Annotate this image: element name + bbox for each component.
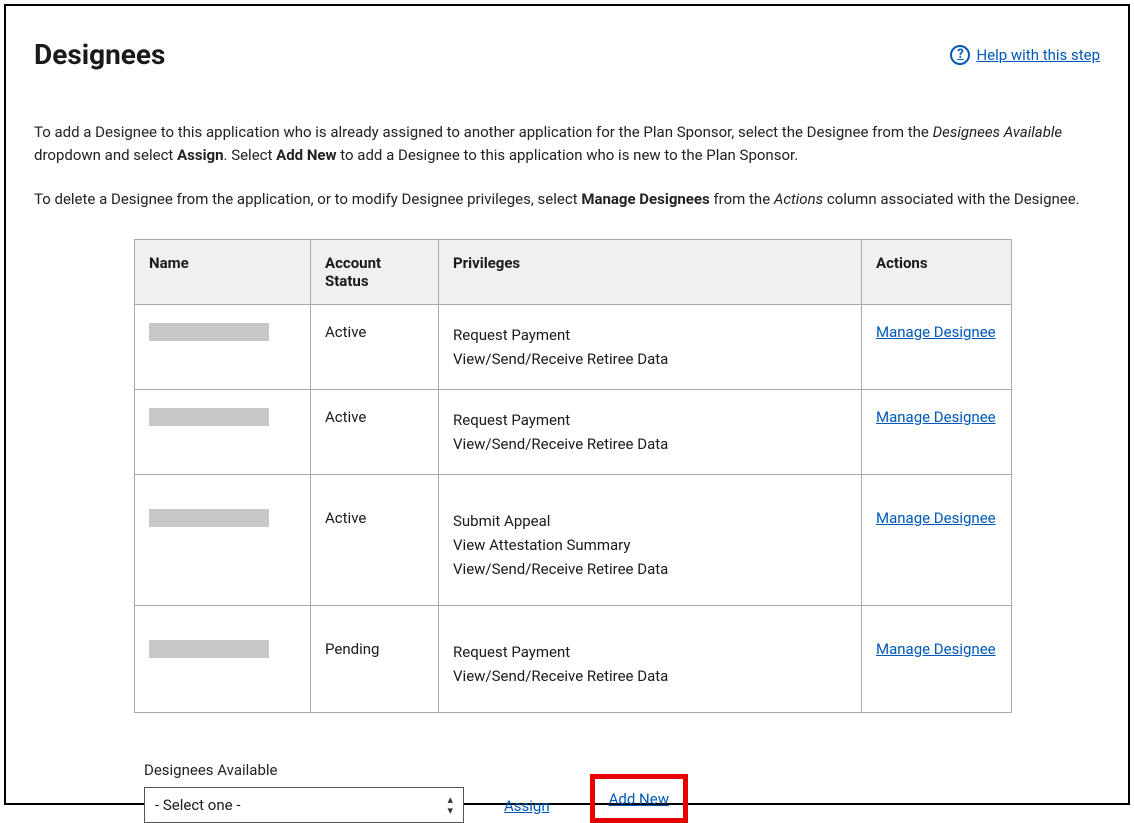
cell-privileges: Request PaymentView/Send/Receive Retiree… [439,605,862,712]
add-new-highlight: Add New [590,774,688,823]
cell-actions: Manage Designee [862,605,1012,712]
manage-designee-link[interactable]: Manage Designee [876,640,996,658]
privilege-item: Request Payment [453,408,847,432]
cell-actions: Manage Designee [862,304,1012,389]
th-actions: Actions [862,239,1012,304]
cell-name [135,605,311,712]
cell-privileges: Request PaymentView/Send/Receive Retiree… [439,304,862,389]
manage-designee-link[interactable]: Manage Designee [876,323,996,341]
th-privileges: Privileges [439,239,862,304]
page-header: Designees ? Help with this step [34,38,1100,71]
designees-available-group: Designees Available - Select one - ▴▾ [144,761,464,823]
designees-available-label: Designees Available [144,761,464,779]
privilege-item: View/Send/Receive Retiree Data [453,432,847,456]
privilege-item: View/Send/Receive Retiree Data [453,664,847,688]
redacted-name [149,640,269,658]
footer-controls: Designees Available - Select one - ▴▾ As… [144,761,1100,823]
cell-status: Active [311,389,439,474]
table-row: PendingRequest PaymentView/Send/Receive … [135,605,1012,712]
cell-actions: Manage Designee [862,474,1012,605]
designees-available-select[interactable]: - Select one - ▴▾ [144,787,464,823]
cell-actions: Manage Designee [862,389,1012,474]
assign-link[interactable]: Assign [504,797,550,823]
cell-status: Active [311,304,439,389]
help-link-label: Help with this step [976,46,1100,64]
help-link[interactable]: ? Help with this step [950,45,1100,65]
intro-text: To add a Designee to this application wh… [34,121,1100,211]
redacted-name [149,509,269,527]
page-frame: Designees ? Help with this step To add a… [4,4,1130,805]
cell-privileges: Submit AppealView Attestation SummaryVie… [439,474,862,605]
manage-designee-link[interactable]: Manage Designee [876,408,996,426]
intro-paragraph-2: To delete a Designee from the applicatio… [34,188,1100,211]
add-new-link[interactable]: Add New [609,790,669,808]
redacted-name [149,323,269,341]
page-title: Designees [34,38,165,71]
table-row: ActiveSubmit AppealView Attestation Summ… [135,474,1012,605]
privilege-item: View/Send/Receive Retiree Data [453,347,847,371]
manage-designee-link[interactable]: Manage Designee [876,509,996,527]
privilege-item: View Attestation Summary [453,533,847,557]
table-row: ActiveRequest PaymentView/Send/Receive R… [135,389,1012,474]
table-row: ActiveRequest PaymentView/Send/Receive R… [135,304,1012,389]
chevron-updown-icon: ▴▾ [447,794,453,816]
privilege-item: Request Payment [453,640,847,664]
th-status: Account Status [311,239,439,304]
cell-status: Active [311,474,439,605]
designees-table: Name Account Status Privileges Actions A… [134,239,1012,713]
cell-name [135,474,311,605]
privilege-item: Submit Appeal [453,509,847,533]
designees-table-wrap: Name Account Status Privileges Actions A… [134,239,1012,713]
privilege-item: View/Send/Receive Retiree Data [453,557,847,581]
th-name: Name [135,239,311,304]
redacted-name [149,408,269,426]
privilege-item: Request Payment [453,323,847,347]
cell-name [135,389,311,474]
intro-paragraph-1: To add a Designee to this application wh… [34,121,1100,168]
help-icon: ? [950,45,970,65]
select-selected-value: - Select one - [155,796,240,814]
cell-name [135,304,311,389]
table-header-row: Name Account Status Privileges Actions [135,239,1012,304]
cell-status: Pending [311,605,439,712]
cell-privileges: Request PaymentView/Send/Receive Retiree… [439,389,862,474]
